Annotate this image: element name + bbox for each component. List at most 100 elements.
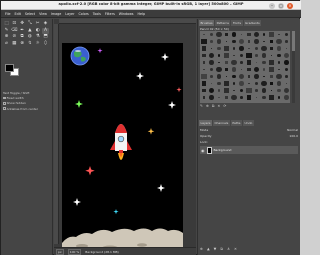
brush-swatch[interactable]: [260, 66, 268, 73]
option-fixed[interactable]: Fixed width: [3, 96, 51, 100]
tab-patterns[interactable]: Patterns: [215, 20, 231, 26]
anchor-layer-icon[interactable]: ⚓: [227, 247, 230, 253]
brush-swatch[interactable]: [268, 45, 276, 52]
brush-swatch[interactable]: [223, 66, 231, 73]
menu-view[interactable]: View: [39, 12, 47, 16]
image-canvas[interactable]: [62, 43, 183, 255]
brush-swatch[interactable]: [238, 80, 246, 87]
brush-swatch[interactable]: [230, 38, 238, 45]
brush-swatch[interactable]: [215, 38, 223, 45]
raise-layer-icon[interactable]: ▲: [207, 247, 210, 253]
brush-swatch[interactable]: [223, 94, 231, 101]
brush-swatch[interactable]: [268, 38, 276, 45]
brush-swatch[interactable]: [283, 52, 291, 59]
brush-swatch[interactable]: [200, 59, 208, 66]
brush-swatch[interactable]: [230, 52, 238, 59]
tool-button-icon[interactable]: ⧉: [19, 35, 26, 41]
brush-swatch[interactable]: [208, 94, 216, 101]
tab-gradients[interactable]: Gradients: [243, 20, 262, 26]
brush-swatch[interactable]: [253, 80, 261, 87]
brush-swatch[interactable]: [275, 45, 283, 52]
brush-swatch[interactable]: [200, 45, 208, 52]
brush-swatch[interactable]: [260, 31, 268, 38]
brush-swatch[interactable]: [200, 80, 208, 87]
brush-swatch[interactable]: [283, 59, 291, 66]
tool-button-icon[interactable]: ✥: [19, 21, 26, 27]
brush-swatch[interactable]: [268, 52, 276, 59]
brush-swatch[interactable]: [230, 59, 238, 66]
brush-swatch[interactable]: [268, 73, 276, 80]
tab-layers[interactable]: Layers: [199, 120, 212, 126]
mode-select[interactable]: Normal: [287, 128, 298, 133]
checkbox-icon[interactable]: [3, 102, 6, 105]
brush-swatch[interactable]: [208, 73, 216, 80]
brush-swatch[interactable]: [260, 52, 268, 59]
menu-select[interactable]: Select: [25, 12, 35, 16]
brush-swatch[interactable]: [260, 73, 268, 80]
brush-swatch[interactable]: [283, 94, 291, 101]
brush-swatch[interactable]: [245, 66, 253, 73]
brush-swatch[interactable]: [275, 87, 283, 94]
brush-swatch[interactable]: [223, 80, 231, 87]
brush-swatch[interactable]: [275, 94, 283, 101]
scroll-thumb[interactable]: [292, 31, 295, 51]
brush-swatch[interactable]: [238, 94, 246, 101]
menu-colors[interactable]: Colors: [78, 12, 88, 16]
brush-swatch[interactable]: [200, 87, 208, 94]
brush-swatch[interactable]: [215, 73, 223, 80]
brush-swatch[interactable]: [215, 45, 223, 52]
brush-swatch[interactable]: [230, 87, 238, 94]
brush-swatch[interactable]: [215, 94, 223, 101]
brush-swatch[interactable]: [245, 80, 253, 87]
brush-swatch[interactable]: [283, 73, 291, 80]
brush-swatch[interactable]: [268, 66, 276, 73]
brush-swatch[interactable]: [283, 80, 291, 87]
brush-swatch[interactable]: [275, 73, 283, 80]
layer-opacity-row[interactable]: Opacity 100.0: [200, 134, 298, 139]
brush-swatch[interactable]: [208, 87, 216, 94]
brush-swatch[interactable]: [208, 59, 216, 66]
brush-swatch[interactable]: [275, 38, 283, 45]
color-selector[interactable]: [5, 64, 25, 78]
brush-swatch[interactable]: [223, 87, 231, 94]
brush-swatch[interactable]: [275, 31, 283, 38]
tool-button-icon[interactable]: ↯: [26, 41, 33, 47]
brush-swatch[interactable]: [230, 80, 238, 87]
brush-swatch[interactable]: [253, 66, 261, 73]
delete-brush-icon[interactable]: ✕: [217, 104, 220, 109]
tool-button-icon[interactable]: ◐: [34, 28, 41, 34]
layer-mode-row[interactable]: Mode Normal: [200, 128, 298, 133]
brush-swatch[interactable]: [268, 80, 276, 87]
brush-swatch[interactable]: [260, 80, 268, 87]
tool-button-icon[interactable]: ⬚: [3, 21, 10, 27]
brush-swatch[interactable]: [253, 94, 261, 101]
tool-button-icon[interactable]: ▦: [11, 41, 18, 47]
menu-file[interactable]: File: [5, 12, 11, 16]
tab-undo[interactable]: Undo: [242, 120, 254, 126]
brush-swatch[interactable]: [260, 87, 268, 94]
opacity-value[interactable]: 100.0: [289, 134, 298, 139]
tab-paths[interactable]: Paths: [230, 120, 242, 126]
checkbox-icon[interactable]: [3, 96, 6, 100]
brush-swatch[interactable]: [238, 59, 246, 66]
tool-button-icon[interactable]: ⊡: [11, 21, 18, 27]
tab-fonts[interactable]: Fonts: [231, 20, 243, 26]
brush-swatch[interactable]: [208, 52, 216, 59]
new-layer-icon[interactable]: ⊕: [200, 247, 203, 253]
brush-swatch[interactable]: [223, 52, 231, 59]
tool-button-icon[interactable]: ⌀: [3, 41, 10, 47]
brush-swatch[interactable]: [223, 45, 231, 52]
brush-swatch[interactable]: [283, 38, 291, 45]
tool-button-icon[interactable]: ▲: [26, 28, 33, 34]
brush-swatch[interactable]: [208, 45, 216, 52]
brush-swatch[interactable]: [275, 52, 283, 59]
canvas-area[interactable]: [54, 19, 196, 255]
brush-swatch[interactable]: [283, 66, 291, 73]
brush-scrollbar[interactable]: [292, 31, 295, 103]
brush-swatch[interactable]: [268, 94, 276, 101]
tool-button-icon[interactable]: ☼: [34, 41, 41, 47]
brush-swatch[interactable]: [238, 66, 246, 73]
brush-swatch[interactable]: [275, 66, 283, 73]
tool-button-icon[interactable]: ⚗: [34, 35, 41, 41]
brush-swatch[interactable]: [215, 31, 223, 38]
